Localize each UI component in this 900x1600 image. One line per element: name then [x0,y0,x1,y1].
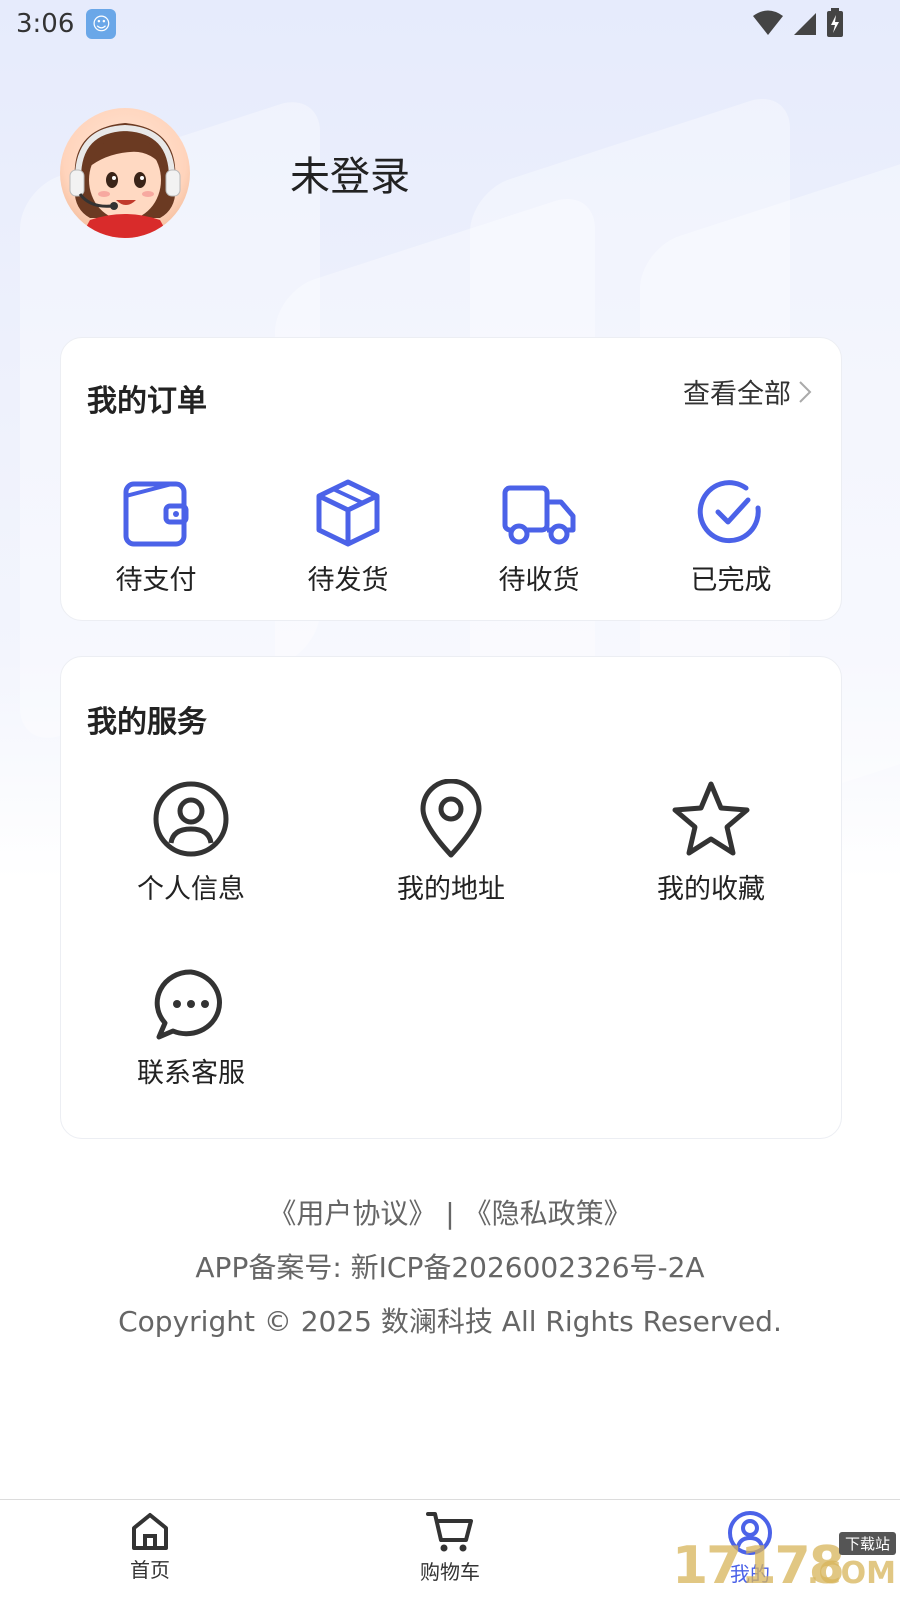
service-contact-support[interactable]: 联系客服 [101,967,281,1090]
orders-title: 我的订单 [87,384,207,419]
truck-icon [502,485,576,545]
star-icon [672,781,750,856]
tab-home[interactable]: 首页 [90,1510,210,1583]
app-notification-icon: ☺ [86,9,117,39]
username[interactable]: 未登录 [290,144,410,202]
battery-icon [827,8,843,37]
service-label: 个人信息 [137,874,245,905]
services-card: 我的服务 个人信息 我的地址 我的收藏 联系客服 [60,656,842,1139]
order-label: 待支付 [115,565,197,596]
home-icon [132,1513,168,1550]
cart-icon [426,1512,473,1552]
order-label: 已完成 [690,565,772,596]
agreement-links[interactable]: 《用户协议》 | 《隐私政策》 [0,1192,900,1232]
services-title: 我的服务 [87,705,207,740]
order-label: 待发货 [307,565,389,596]
wifi-icon [753,10,783,35]
profile-header[interactable]: 未登录 [60,108,410,238]
service-label: 联系客服 [137,1058,245,1089]
user-circle-icon [153,781,229,857]
service-my-address[interactable]: 我的地址 [361,779,541,906]
copyright: Copyright © 2025 数澜科技 All Rights Reserve… [118,1305,782,1338]
service-my-favorites[interactable]: 我的收藏 [621,779,801,906]
watermark-domain: .COM [807,1556,896,1591]
status-icons [752,8,844,38]
status-time: 3:06 [16,9,75,39]
package-icon [316,479,380,547]
chat-bubble-icon [154,969,222,1040]
view-all-label: 查看全部 [683,379,791,410]
tab-label: 购物车 [420,1560,480,1584]
avatar[interactable] [60,108,190,238]
check-circle-icon [697,480,761,544]
order-pending-payment[interactable]: 待支付 [86,478,226,597]
location-pin-icon [420,779,482,858]
support-avatar-icon [69,123,181,238]
order-pending-receipt[interactable]: 待收货 [469,478,609,597]
order-completed[interactable]: 已完成 [661,478,801,597]
orders-card: 我的订单 查看全部 待支付 待发货 待收货 已完成 [60,337,842,621]
service-personal-info[interactable]: 个人信息 [101,779,281,906]
service-label: 我的收藏 [657,874,765,905]
status-bar: 3:06 ☺ [0,0,900,48]
icp-record: APP备案号: 新ICP备2026002326号-2A [195,1251,705,1284]
wallet-icon [123,481,189,547]
signal-icon [794,13,816,35]
order-pending-shipment[interactable]: 待发货 [278,478,418,597]
tab-label: 首页 [130,1558,170,1582]
watermark-suffix: 下载站 [838,1532,896,1555]
chevron-right-icon [799,380,812,403]
tab-cart[interactable]: 购物车 [390,1510,510,1585]
view-all-orders-link[interactable]: 查看全部 [683,372,813,411]
order-label: 待收货 [498,565,580,596]
watermark: 17178 下载站 .COM [670,1532,900,1600]
service-label: 我的地址 [397,874,505,905]
